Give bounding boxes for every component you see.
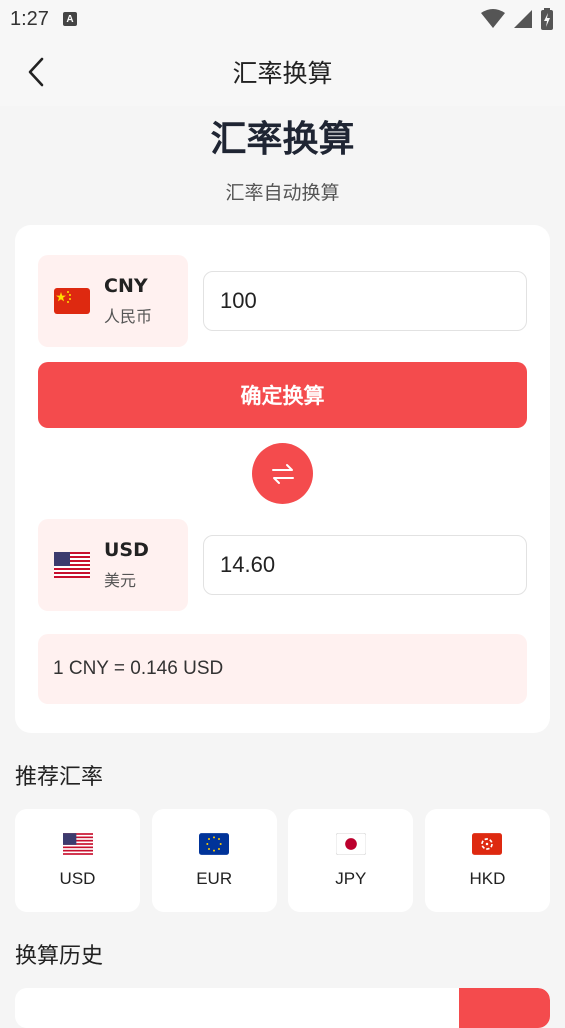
recommended-rate-eur[interactable]: EUR: [151, 809, 277, 912]
recommended-rate-code: JPY: [335, 868, 367, 888]
from-currency-code: CNY: [104, 275, 148, 297]
us-flag-icon: [54, 552, 90, 578]
battery-icon: [541, 8, 553, 30]
recommended-rates-title: 推荐汇率: [15, 765, 104, 790]
swap-arrows-icon: [271, 463, 294, 484]
eu-flag-icon: [199, 832, 230, 855]
from-currency-name: 人民币: [104, 307, 153, 326]
page-subtitle: 汇率自动换算: [225, 182, 340, 204]
status-bar: 1:27 A: [0, 0, 565, 38]
to-currency-name: 美元: [104, 571, 137, 590]
us-flag-icon: [62, 832, 93, 855]
history-title: 换算历史: [15, 944, 104, 969]
recommended-rate-code: HKD: [469, 868, 506, 888]
exchange-rate-display: 1 CNY = 0.146 USD: [38, 634, 527, 704]
confirm-convert-button[interactable]: 确定换算: [38, 362, 527, 428]
status-time: 1:27: [10, 7, 49, 30]
chevron-left-icon: [28, 57, 44, 87]
cn-flag-icon: [54, 288, 90, 314]
recommended-rate-hkd[interactable]: HKD: [424, 809, 550, 912]
recommended-rate-code: EUR: [196, 868, 233, 888]
signal-icon: [514, 10, 532, 28]
history-action-button[interactable]: [459, 988, 550, 1028]
jp-flag-icon: [335, 832, 366, 855]
converter-card: CNY 人民币 确定换算 USD 美元 1 CNY = 0.146 USD: [15, 225, 550, 733]
hk-flag-icon: [472, 832, 503, 855]
swap-currencies-button[interactable]: [252, 443, 313, 504]
history-card: [15, 988, 550, 1028]
app-bar: 汇率换算: [0, 38, 565, 106]
app-bar-title: 汇率换算: [232, 59, 333, 88]
from-amount-input[interactable]: [203, 271, 527, 331]
to-amount-output[interactable]: [203, 535, 527, 595]
to-currency-code: USD: [104, 539, 149, 561]
to-currency-selector[interactable]: USD 美元: [38, 519, 188, 611]
page-title: 汇率换算: [210, 119, 355, 160]
recommended-rate-jpy[interactable]: JPY: [288, 809, 414, 912]
from-currency-selector[interactable]: CNY 人民币: [38, 255, 188, 347]
recommended-rate-code: USD: [59, 868, 96, 888]
recommended-rate-usd[interactable]: USD: [15, 809, 140, 912]
recommended-rates-list: USD EUR JPY HKD: [15, 809, 550, 912]
notification-a-icon: A: [62, 12, 77, 26]
back-button[interactable]: [18, 54, 54, 90]
wifi-icon: [481, 9, 505, 28]
